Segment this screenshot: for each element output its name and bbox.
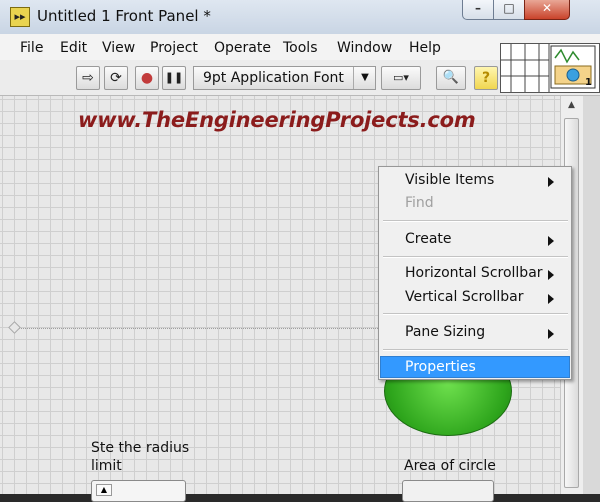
search-icon: 🔍: [442, 70, 460, 85]
terminal-number: 1: [585, 77, 592, 88]
menu-item-properties[interactable]: Properties: [405, 359, 476, 375]
align-objects-icon: ▭▾: [393, 71, 409, 84]
menu-project[interactable]: Project: [150, 40, 198, 56]
run-button[interactable]: ⇨: [76, 66, 100, 90]
window-right-frame: [583, 96, 600, 494]
submenu-arrow-icon: [548, 177, 554, 187]
submenu-arrow-icon: [548, 294, 554, 304]
run-arrow-icon: ⇨: [82, 70, 94, 86]
menu-item-create[interactable]: Create: [405, 231, 452, 247]
menu-separator: [383, 313, 568, 315]
labview-app-icon[interactable]: ▸▸: [10, 7, 30, 27]
menu-edit[interactable]: Edit: [60, 40, 87, 56]
run-continuously-icon: ⟳: [110, 70, 122, 86]
run-continuously-button[interactable]: ⟳: [104, 66, 128, 90]
font-select-value: 9pt Application Font: [203, 70, 344, 86]
menu-item-horizontal-scrollbar[interactable]: Horizontal Scrollbar: [405, 265, 543, 281]
menu-separator: [383, 256, 568, 258]
scroll-up-arrow-icon[interactable]: ▲: [564, 100, 579, 114]
search-button[interactable]: 🔍: [436, 66, 466, 90]
align-objects-button[interactable]: ▭▾: [381, 66, 421, 90]
menu-tools[interactable]: Tools: [283, 40, 318, 56]
pause-button[interactable]: ❚❚: [162, 66, 186, 90]
close-button[interactable]: ✕: [524, 0, 570, 20]
menu-separator: [383, 220, 568, 222]
menu-separator: [383, 349, 568, 351]
abort-button[interactable]: ●: [135, 66, 159, 90]
radius-control-label: Ste the radius limit: [91, 440, 190, 474]
menu-window[interactable]: Window: [337, 40, 392, 56]
menu-file[interactable]: File: [20, 40, 43, 56]
pane-origin-line: [14, 328, 394, 329]
maximize-button[interactable]: □: [493, 0, 525, 20]
menu-help[interactable]: Help: [409, 40, 441, 56]
area-indicator-label: Area of circle: [404, 458, 496, 474]
website-watermark: www.TheEngineeringProjects.com: [78, 108, 476, 132]
submenu-arrow-icon: [548, 236, 554, 246]
connector-pane[interactable]: 1: [500, 43, 600, 93]
front-panel-window: ▸▸ Untitled 1 Front Panel * – □ ✕ File E…: [0, 0, 600, 502]
menu-item-vertical-scrollbar[interactable]: Vertical Scrollbar: [405, 289, 523, 305]
increment-arrow-icon[interactable]: ▲: [96, 484, 112, 496]
menu-item-find: Find: [405, 195, 434, 211]
submenu-arrow-icon: [548, 270, 554, 280]
help-icon: ?: [481, 70, 491, 86]
area-numeric-indicator: [402, 480, 494, 502]
menu-view[interactable]: View: [102, 40, 135, 56]
menu-item-visible-items[interactable]: Visible Items: [405, 172, 494, 188]
minimize-button[interactable]: –: [462, 0, 494, 20]
menu-item-pane-sizing[interactable]: Pane Sizing: [405, 324, 485, 340]
menu-operate[interactable]: Operate: [214, 40, 271, 56]
abort-stop-icon: ●: [140, 70, 154, 86]
context-help-button[interactable]: ?: [474, 66, 498, 90]
submenu-arrow-icon: [548, 329, 554, 339]
window-title: Untitled 1 Front Panel *: [37, 7, 211, 25]
chevron-down-icon[interactable]: ▼: [353, 67, 376, 89]
pause-icon: ❚❚: [164, 71, 184, 84]
